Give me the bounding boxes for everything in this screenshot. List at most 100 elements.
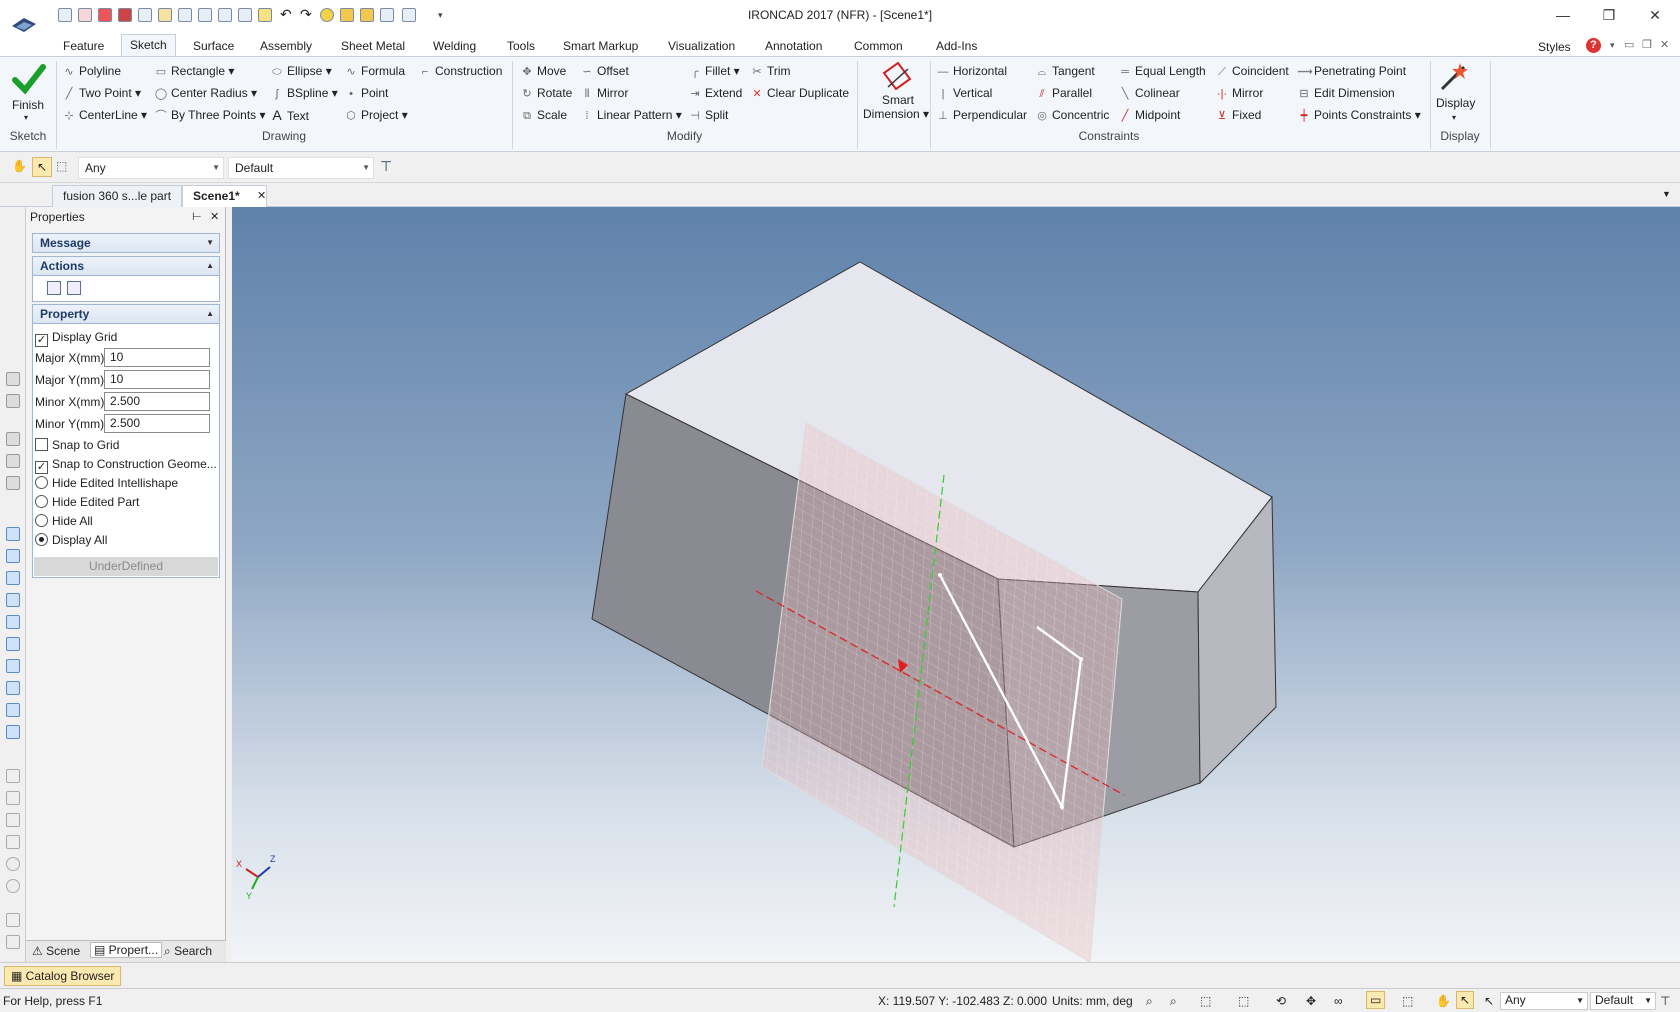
scale-button[interactable]: ⧉ Scale xyxy=(520,105,567,125)
major-x-field[interactable]: 10 xyxy=(104,348,210,367)
colinear-button[interactable]: ╲ Colinear xyxy=(1118,83,1180,103)
tab-smart-markup[interactable]: Smart Markup xyxy=(555,36,646,56)
box-shape-icon[interactable] xyxy=(6,571,20,585)
tab-sheet-metal[interactable]: Sheet Metal xyxy=(333,36,413,56)
fillet-button[interactable]: ╭ Fillet ▾ xyxy=(688,61,740,81)
construction-button[interactable]: ⌐ Construction xyxy=(418,61,503,81)
linear-pattern-button[interactable]: ⁞ Linear Pattern ▾ xyxy=(580,105,681,125)
view-cube-icon[interactable]: ⬚ xyxy=(1200,994,1211,1008)
tool-icon[interactable] xyxy=(6,432,20,446)
display-wand-icon[interactable] xyxy=(1438,61,1472,93)
smart-dimension-button[interactable]: Smart xyxy=(882,93,914,107)
actions-section[interactable]: Actions ▲ xyxy=(32,256,220,276)
pan-view-icon[interactable]: ✥ xyxy=(1306,994,1316,1008)
help-dropdown-icon[interactable]: ▾ xyxy=(1610,40,1615,51)
move-button[interactable]: ✥ Move xyxy=(520,61,566,81)
zoom-window-icon[interactable]: ⌕ xyxy=(1170,994,1177,1009)
radio-hide-all[interactable]: Hide All xyxy=(35,511,93,531)
radio-hide-edited-intellishape[interactable]: Hide Edited Intellishape xyxy=(35,473,178,493)
vertical-button[interactable]: | Vertical xyxy=(936,83,993,103)
render-mode-icon[interactable]: ▭ xyxy=(1366,991,1386,1009)
search-tab[interactable]: ⌕ Search xyxy=(164,944,212,959)
box-shape-icon[interactable] xyxy=(6,681,20,695)
selection-filter-combo[interactable]: Any ▼ xyxy=(78,157,224,179)
radio-display-all[interactable]: Display All xyxy=(35,530,107,550)
select-arrow-icon[interactable]: ↖ xyxy=(32,157,52,177)
perpendicular-button[interactable]: ⊥ Perpendicular xyxy=(936,105,1027,125)
clear-duplicate-button[interactable]: ✕ Clear Duplicate xyxy=(750,83,849,103)
sketch-tool-icon[interactable] xyxy=(6,835,20,849)
select-part-icon[interactable]: ⬚ xyxy=(56,159,67,173)
close-tab-icon[interactable]: ✕ xyxy=(257,189,266,202)
doc-tab-fusion[interactable]: fusion 360 s...le part xyxy=(52,185,183,207)
point-button[interactable]: • Point xyxy=(344,83,388,103)
major-y-field[interactable]: 10 xyxy=(104,370,210,389)
box-shape-icon[interactable] xyxy=(6,527,20,541)
horizontal-button[interactable]: — Horizontal xyxy=(936,61,1008,81)
styles-menu[interactable]: Styles xyxy=(1538,40,1571,54)
mini-restore-icon[interactable]: ❐ xyxy=(1642,38,1652,51)
sketch-tool-icon[interactable] xyxy=(6,935,20,949)
status-style-combo[interactable]: Default ▼ xyxy=(1590,992,1656,1010)
three-point-arc-button[interactable]: ⌒ By Three Points ▾ xyxy=(154,105,266,125)
center-radius-button[interactable]: ◯ Center Radius ▾ xyxy=(154,83,257,103)
select-status-icon[interactable]: ↖ xyxy=(1456,991,1475,1009)
box-shape-icon[interactable] xyxy=(6,593,20,607)
midpoint-button[interactable]: ╱ Midpoint xyxy=(1118,105,1181,125)
ellipse-button[interactable]: ⬭ Ellipse ▾ xyxy=(270,61,331,81)
style-combo[interactable]: Default ▼ xyxy=(228,157,374,179)
orientation-icon[interactable]: ⬚ xyxy=(1238,994,1249,1008)
text-button[interactable]: A Text xyxy=(270,105,309,125)
close-window-button[interactable]: ✕ xyxy=(1640,4,1670,26)
3d-viewport[interactable]: Z X Y xyxy=(232,207,1680,963)
tool-icon[interactable] xyxy=(6,476,20,490)
sketch-tool-icon[interactable] xyxy=(6,813,20,827)
shading-icon[interactable]: ⬚ xyxy=(1402,994,1413,1008)
catalog-browser-button[interactable]: ▦ Catalog Browser xyxy=(4,966,122,986)
tab-surface[interactable]: Surface xyxy=(185,36,242,56)
tool-icon[interactable] xyxy=(6,394,20,408)
properties-action-icon[interactable] xyxy=(67,281,81,295)
tab-visualization[interactable]: Visualization xyxy=(660,36,743,56)
sketch-tool-icon[interactable] xyxy=(6,791,20,805)
scene-canvas[interactable]: Z X Y xyxy=(232,207,1680,963)
property-section[interactable]: Property ▲ xyxy=(32,304,220,324)
scene-tab[interactable]: ⚠ Scene xyxy=(32,944,80,958)
rectangle-button[interactable]: ▭ Rectangle ▾ xyxy=(154,61,235,81)
snap-to-grid-checkbox[interactable]: Snap to Grid xyxy=(35,435,119,455)
restore-button[interactable]: ❐ xyxy=(1594,4,1624,26)
box-shape-icon[interactable] xyxy=(6,725,20,739)
tab-common[interactable]: Common xyxy=(846,36,911,56)
minor-x-field[interactable]: 2.500 xyxy=(104,392,210,411)
minimize-button[interactable]: — xyxy=(1548,4,1578,26)
properties-tab[interactable]: ▤ Propert... xyxy=(90,942,163,958)
coincident-button[interactable]: ⟋ Coincident xyxy=(1215,61,1289,81)
box-shape-icon[interactable] xyxy=(6,659,20,673)
hierarchy-icon[interactable]: ⊤ xyxy=(380,158,398,176)
parallel-button[interactable]: ⫽ Parallel xyxy=(1035,83,1092,103)
sketch-tool-icon[interactable] xyxy=(6,769,20,783)
smart-dimension-icon[interactable] xyxy=(880,61,914,95)
tool-icon[interactable] xyxy=(6,372,20,386)
snap-construction-checkbox[interactable]: ✓ Snap to Construction Geome... xyxy=(35,454,217,474)
radio-hide-edited-part[interactable]: Hide Edited Part xyxy=(35,492,139,512)
penetrating-point-button[interactable]: ⟿Penetrating Point xyxy=(1297,61,1406,81)
edit-action-icon[interactable] xyxy=(47,281,61,295)
polyline-button[interactable]: ∿ Polyline xyxy=(62,61,121,81)
select-part-status-icon[interactable]: ↖ xyxy=(1484,994,1494,1008)
tab-assembly[interactable]: Assembly xyxy=(252,36,320,56)
doc-tab-scene1[interactable]: Scene1* xyxy=(182,185,267,207)
offset-button[interactable]: ∽ Offset xyxy=(580,61,628,81)
tangent-button[interactable]: ⌓ Tangent xyxy=(1035,61,1095,81)
minor-y-field[interactable]: 2.500 xyxy=(104,414,210,433)
sphere-tool-icon[interactable] xyxy=(6,879,20,893)
display-dropdown-icon[interactable]: ▾ xyxy=(1452,113,1456,122)
concentric-button[interactable]: ◎ Concentric xyxy=(1035,105,1109,125)
extend-button[interactable]: ⇥ Extend xyxy=(688,83,742,103)
rotate-view-icon[interactable]: ⟲ xyxy=(1276,994,1286,1008)
two-point-button[interactable]: ╱ Two Point ▾ xyxy=(62,83,141,103)
equal-length-button[interactable]: ═ Equal Length xyxy=(1118,61,1206,81)
tab-annotation[interactable]: Annotation xyxy=(757,36,830,56)
sphere-tool-icon[interactable] xyxy=(6,857,20,871)
points-constraints-button[interactable]: ┿ Points Constraints ▾ xyxy=(1297,105,1421,125)
